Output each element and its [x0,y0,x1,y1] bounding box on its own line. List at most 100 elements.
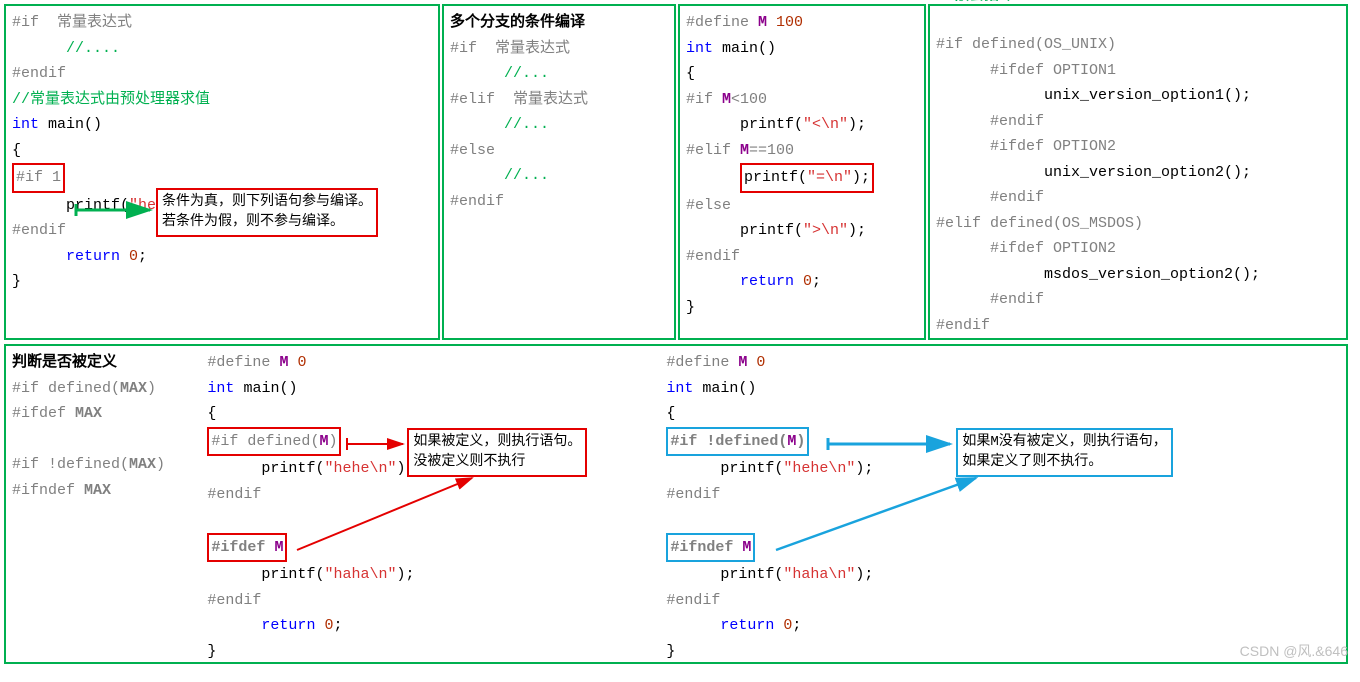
tooltip-line: 若条件为假，则不参与编译。 [162,214,344,230]
call-printf: printf( [207,566,324,583]
semi: ); [855,566,873,583]
code-block: #define M 0 int main() { #if !defined(M)… [666,350,1330,664]
code-box-3: #define M 100 int main() { #if M<100 pri… [678,4,926,340]
macro-m: M [722,91,731,108]
string-lit: "hehe\n" [783,460,855,477]
t: ) [328,433,337,450]
l: #endif [936,317,990,334]
t: ) [796,433,805,450]
string-lit: "hehe\n" [324,460,396,477]
code-box-1: #if 常量表达式 //.... #endif //常量表达式由预处理器求值 i… [4,4,440,340]
kw-return: return [207,617,315,634]
pp-if: #if 常量表达式 [450,40,570,57]
string-lit: ">\n" [803,222,848,239]
code-block: 判断是否被定义 #if defined(MAX) #ifdef MAX #if … [12,350,197,503]
highlight-if-not-defined: #if !defined(M) [666,427,809,457]
num-0: 0 [794,273,812,290]
call-printf: printf( [207,460,324,477]
pp-if: #if 常量表达式 [12,14,132,31]
top-row: #if 常量表达式 //.... #endif //常量表达式由预处理器求值 i… [4,4,1356,340]
pp-endif: #endif [207,486,261,503]
pp-endif: #endif [666,592,720,609]
tooltip-line: 如果M没有被定义，则执行语句， [962,434,1166,450]
title: 多个分支的条件编译 [450,14,585,31]
l: #if defined(MAX) [12,380,156,397]
semi: ; [812,273,821,290]
tooltip-box1: 条件为真，则下列语句参与编译。 若条件为假，则不参与编译。 [156,188,378,237]
code-block: #if 常量表达式 //.... #endif //常量表达式由预处理器求值 i… [12,10,432,295]
macro-m: M [742,539,751,556]
num: 0 [288,354,306,371]
highlight-if-defined: #if defined(M) [207,427,341,457]
code-box-2: 多个分支的条件编译 #if 常量表达式 //... #elif 常量表达式 //… [442,4,676,340]
l: #endif [936,291,1044,308]
cond: ==100 [749,142,794,159]
comment: //常量表达式由预处理器求值 [12,91,210,108]
comment: //... [450,65,549,82]
semi: ); [848,116,866,133]
fn-main: main() [693,380,756,397]
l: #ifdef OPTION1 [936,62,1116,79]
string-lit: "=\n" [807,169,852,186]
string-lit: "haha\n" [324,566,396,583]
brace: { [207,405,216,422]
kw-return: return [12,248,120,265]
call-printf: printf( [686,116,803,133]
num-0: 0 [774,617,792,634]
code-block: #define M 0 int main() { #if defined(M) … [207,350,656,664]
code-block: #define M 100 int main() { #if M<100 pri… [686,10,918,320]
num: 100 [767,14,803,31]
comment: //... [450,116,549,133]
brace: } [207,643,216,660]
tooltip-line: 没被定义则不执行 [413,454,525,470]
pp-if: #if [686,91,722,108]
pp-endif: #endif [450,193,504,210]
col-b: #define M 0 int main() { #if defined(M) … [207,350,666,658]
pp-else: #else [450,142,495,159]
pp-elif: #elif 常量表达式 [450,91,588,108]
code-box-5: 判断是否被定义 #if defined(MAX) #ifdef MAX #if … [4,344,1348,664]
l: #ifndef MAX [12,482,111,499]
watermark: CSDN @风.&646 [1240,640,1348,664]
pp-define: #define [666,354,738,371]
fn-main: main() [234,380,297,397]
tooltip-line: 如果定义了则不执行。 [962,454,1102,470]
t: #ifndef [670,539,742,556]
tooltip-line: 条件为真，则下列语句参与编译。 [162,194,372,210]
pp-define: #define [207,354,279,371]
macro-m: M [740,142,749,159]
num-0: 0 [120,248,138,265]
brace: } [666,643,675,660]
pp-endif: #endif [12,222,66,239]
kw-return: return [686,273,794,290]
tooltip-line: 如果被定义，则执行语句。 [413,434,581,450]
macro-m: M [274,539,283,556]
call: unix_version_option1(); [936,87,1251,104]
pp-endif: #endif [12,65,66,82]
call-printf: printf( [12,197,129,214]
call: unix_version_option2(); [936,164,1251,181]
cond: <100 [731,91,767,108]
pp-else: #else [686,197,731,214]
semi: ; [333,617,342,634]
num-0: 0 [315,617,333,634]
l: #endif [936,113,1044,130]
string-lit: "<\n" [803,116,848,133]
t: #if !defined( [670,433,787,450]
semi: ); [396,566,414,583]
semi: ; [138,248,147,265]
comment: //.... [12,40,120,57]
kw-int: int [666,380,693,397]
highlight-if-1: #if 1 [12,163,65,193]
title: 判断是否被定义 [12,354,117,371]
highlight-ifndef: #ifndef M [666,533,755,563]
l: #elif defined(OS_MSDOS) [936,215,1143,232]
kw-int: int [12,116,39,133]
macro-m: M [758,14,767,31]
brace: } [12,273,21,290]
fn-main: main() [39,116,102,133]
semi: ); [855,460,873,477]
pp-endif: #endif [686,248,740,265]
comment: //... [450,167,549,184]
code-block: #if defined(OS_UNIX) #ifdef OPTION1 unix… [936,32,1340,338]
